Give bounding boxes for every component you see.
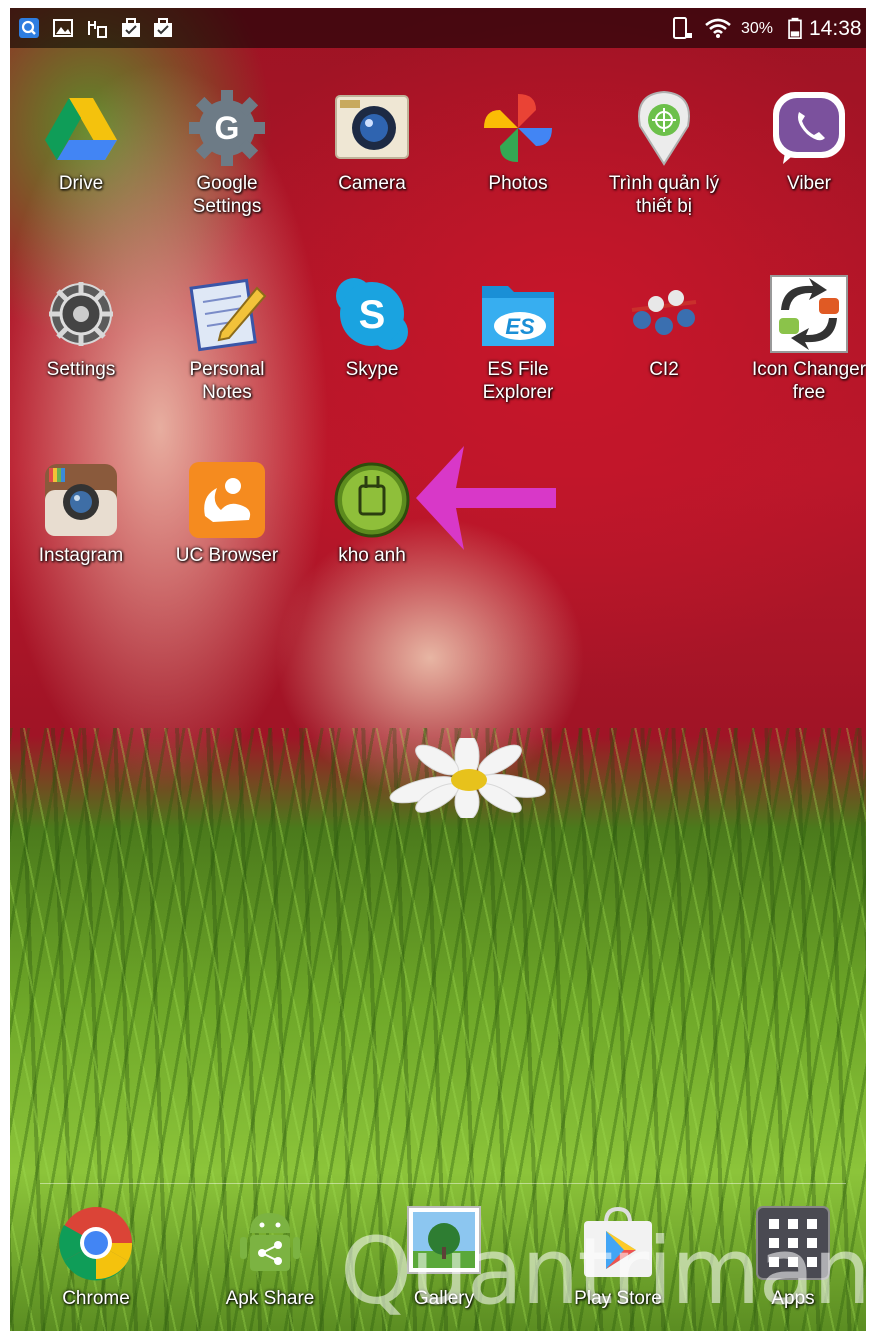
app-label: Trình quản lý thiết bị <box>608 173 720 217</box>
app-device-manager[interactable]: Trình quản lý thiết bị <box>594 88 734 218</box>
viber-icon <box>773 92 845 164</box>
uc-browser-icon <box>189 462 265 538</box>
chrome-icon <box>59 1207 133 1281</box>
photos-icon <box>484 94 552 162</box>
app-label: Icon Changer free <box>751 359 866 403</box>
app-label: ES File Explorer <box>482 359 554 403</box>
personal-notes-icon <box>189 278 267 352</box>
app-drive[interactable]: Drive <box>11 88 151 195</box>
app-viber[interactable]: Viber <box>739 88 866 195</box>
wifi-icon <box>705 18 731 38</box>
apk-share-icon <box>240 1213 300 1271</box>
app-label: UC Browser <box>175 545 279 566</box>
app-photos[interactable]: Photos <box>448 88 588 195</box>
svg-text:S: S <box>359 293 386 337</box>
app-settings[interactable]: Settings <box>11 274 151 381</box>
dock-app-apk-share[interactable]: Apk Share <box>200 1203 340 1310</box>
app-ci2[interactable]: CI2 <box>594 274 734 381</box>
app-google-settings[interactable]: G Google Settings <box>157 88 297 218</box>
camera-icon <box>335 95 409 159</box>
status-bar: 30% 14:38 <box>10 8 866 48</box>
usb-debug-icon <box>88 21 107 38</box>
device-manager-icon <box>638 90 690 166</box>
app-es-file-explorer[interactable]: ES ES File Explorer <box>448 274 588 404</box>
svg-text:G: G <box>215 110 240 146</box>
es-file-explorer-icon: ES <box>482 286 554 346</box>
app-label: Personal Notes <box>189 359 265 403</box>
icon-changer-icon <box>770 275 848 353</box>
clock: 14:38 <box>809 17 862 40</box>
svg-text:ES: ES <box>505 314 535 339</box>
home-screen: 30% 14:38 Drive G Google Settings Camera… <box>10 8 866 1331</box>
app-label: Camera <box>338 173 406 194</box>
dock-divider <box>40 1183 846 1184</box>
app-label: CI2 <box>649 359 679 380</box>
app-label: Skype <box>345 359 399 380</box>
skype-icon: S <box>336 278 408 350</box>
phone-icon <box>673 17 692 39</box>
app-camera[interactable]: Camera <box>302 88 442 195</box>
google-settings-icon: G <box>189 90 265 166</box>
briefcase-alert-icon <box>154 18 172 37</box>
drive-icon <box>45 98 117 160</box>
app-label: Drive <box>58 173 104 194</box>
app-label: Google Settings <box>192 173 262 217</box>
app-label: Apk Share <box>225 1288 315 1309</box>
briefcase-check-icon <box>122 18 140 37</box>
app-label: Chrome <box>62 1288 130 1309</box>
dock-app-chrome[interactable]: Chrome <box>26 1203 166 1310</box>
watermark: Quantrimang <box>340 1218 866 1325</box>
app-label: Photos <box>488 173 548 194</box>
settings-icon <box>49 282 113 346</box>
battery-icon <box>788 17 802 39</box>
image-icon <box>53 19 73 37</box>
app-instagram[interactable]: Instagram <box>11 460 151 567</box>
app-uc-browser[interactable]: UC Browser <box>157 460 297 567</box>
battery-percent: 30% <box>741 20 774 37</box>
app-skype[interactable]: S Skype <box>302 274 442 381</box>
ci2-icon <box>631 290 697 335</box>
app-label: Settings <box>46 359 116 380</box>
kho-anh-icon <box>334 462 410 538</box>
app-icon-changer[interactable]: Icon Changer free <box>739 274 866 404</box>
search-icon <box>19 18 39 38</box>
daisy-image <box>389 738 546 818</box>
app-label: Viber <box>786 173 831 194</box>
app-personal-notes[interactable]: Personal Notes <box>157 274 297 404</box>
app-label: Instagram <box>38 545 124 566</box>
arrow-left-icon <box>416 446 556 550</box>
instagram-icon <box>45 464 117 536</box>
